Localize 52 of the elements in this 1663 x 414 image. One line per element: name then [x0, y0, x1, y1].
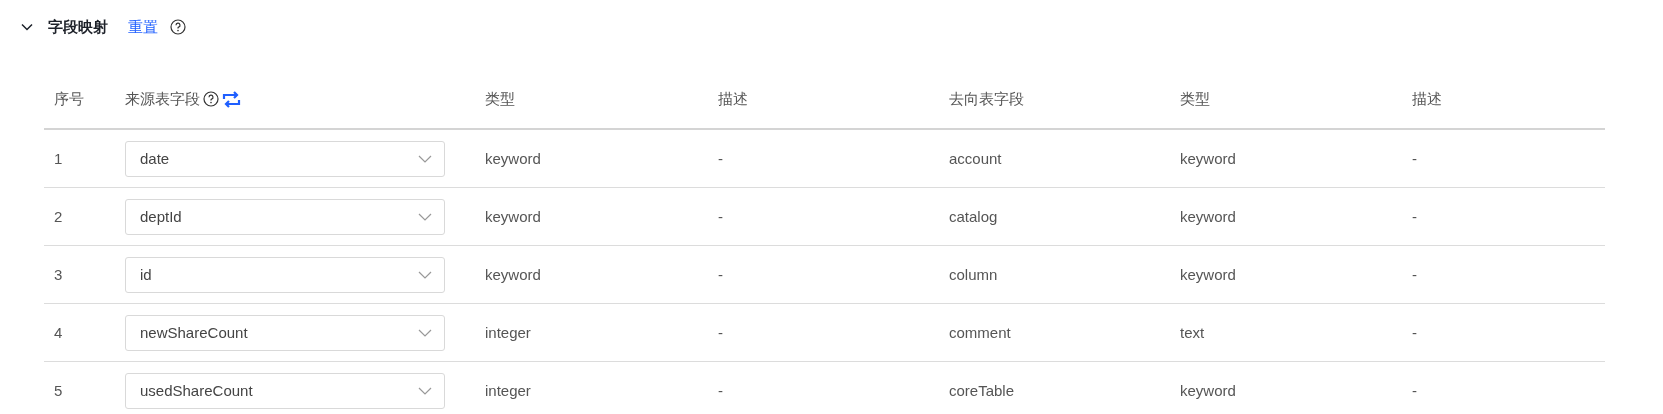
table-cell-text: keyword [484, 266, 542, 283]
table-cell-text: 3 [53, 266, 64, 283]
column-header: 类型 [484, 89, 516, 109]
table-cell-text: catalog [948, 208, 999, 225]
section-title: 字段映射 [48, 17, 108, 37]
table-cell-text: 4 [53, 324, 64, 341]
field-select[interactable]: date [125, 140, 445, 177]
table-cell-text: integer [484, 324, 532, 341]
table-cell-text: - [717, 150, 724, 167]
caret-icon [418, 270, 432, 279]
column-header: 序号 [53, 89, 85, 109]
caret-icon [418, 212, 432, 221]
column-header: 去向表字段 [948, 89, 1025, 109]
caret-icon [418, 328, 432, 337]
caret-icon [418, 154, 432, 163]
swap-icon[interactable] [222, 90, 241, 108]
field-select[interactable]: newShareCount [125, 314, 445, 351]
table-cell-text: integer [484, 382, 532, 399]
table-cell-text: - [1411, 382, 1418, 399]
reset-link[interactable]: 重置 [128, 17, 158, 37]
column-header: 描述 [717, 89, 749, 109]
table-cell-text: 1 [53, 150, 64, 167]
table-cell-text: - [717, 266, 724, 283]
help-icon[interactable] [203, 91, 219, 107]
column-header: 描述 [1411, 89, 1443, 109]
table-cell-text: comment [948, 324, 1012, 341]
table-cell-text: account [948, 150, 1003, 167]
table-cell-text: - [1411, 208, 1418, 225]
table-cell-text: - [717, 208, 724, 225]
field-select[interactable]: id [125, 256, 445, 293]
field-select[interactable]: deptId [125, 198, 445, 235]
table-cell-text: keyword [1179, 150, 1237, 167]
table-cell-text: keyword [484, 208, 542, 225]
table-cell-text: column [948, 266, 999, 283]
table-cell-text: 2 [53, 208, 64, 225]
caret-icon [418, 386, 432, 395]
table-cell-text: keyword [1179, 382, 1237, 399]
table-cell-text: 5 [53, 382, 64, 399]
column-header: 来源表字段 [125, 89, 200, 109]
table-cell-text: - [1411, 150, 1418, 167]
column-header: 类型 [1179, 89, 1211, 109]
field-select[interactable]: usedShareCount [125, 372, 445, 409]
table-cell-text: text [1179, 324, 1206, 341]
table-cell-text: keyword [1179, 208, 1237, 225]
table-cell-text: - [1411, 266, 1418, 283]
table-cell-text: - [717, 382, 724, 399]
table-cell-text: keyword [484, 150, 542, 167]
help-icon[interactable] [170, 19, 186, 35]
table-cell-text: - [717, 324, 724, 341]
table-cell-text: coreTable [948, 382, 1016, 399]
table-cell-text: keyword [1179, 266, 1237, 283]
table-cell-text: - [1411, 324, 1418, 341]
